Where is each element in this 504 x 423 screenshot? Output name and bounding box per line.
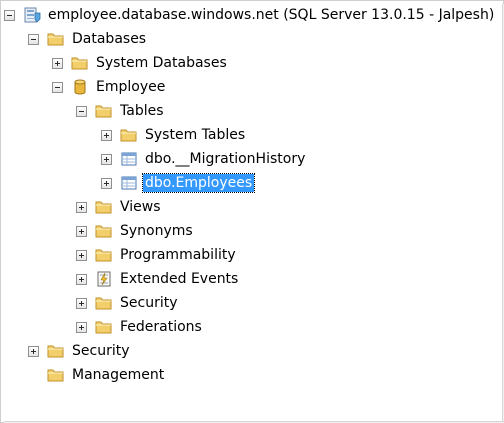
tree-node-programmability[interactable]: Programmability: [76, 244, 238, 266]
expand-icon[interactable]: [76, 201, 87, 213]
folder-icon: [47, 369, 64, 382]
tree-label: dbo.__MigrationHistory: [145, 151, 306, 167]
tree-node-database-security[interactable]: Security: [76, 292, 180, 314]
expand-icon[interactable]: [101, 129, 112, 141]
collapse-icon[interactable]: [52, 81, 63, 93]
tree-node-tables[interactable]: Tables: [76, 100, 166, 122]
collapse-icon[interactable]: [28, 33, 39, 45]
folder-icon: [95, 225, 112, 238]
expand-icon[interactable]: [76, 321, 87, 333]
tree-node-server-security[interactable]: Security: [28, 340, 132, 362]
expand-icon[interactable]: [76, 225, 87, 237]
expand-icon[interactable]: [76, 249, 87, 261]
tree-label: Employee: [96, 79, 166, 95]
tree-label: Tables: [120, 103, 164, 119]
tree-node-views[interactable]: Views: [76, 196, 163, 218]
tree-node-databases[interactable]: Databases: [28, 28, 148, 50]
tree-node-management[interactable]: Management: [28, 364, 166, 386]
tree-label: System Tables: [145, 127, 246, 143]
folder-icon: [95, 297, 112, 310]
expand-icon[interactable]: [101, 153, 112, 165]
tree-label: Databases: [72, 31, 147, 47]
tree-label-selected: dbo.Employees: [141, 173, 256, 193]
tree-node-employee-database[interactable]: Employee: [52, 76, 167, 98]
folder-icon: [95, 249, 112, 262]
tree-node-employees-table[interactable]: dbo.Employees: [101, 172, 256, 194]
server-icon: [24, 7, 41, 23]
table-icon: [121, 176, 137, 190]
tree-node-server[interactable]: employee.database.windows.net (SQL Serve…: [4, 4, 496, 26]
folder-icon: [47, 345, 64, 358]
object-explorer-tree: employee.database.windows.net (SQL Serve…: [0, 0, 500, 421]
expand-icon[interactable]: [28, 345, 39, 357]
folder-icon: [71, 57, 88, 70]
folder-icon: [95, 321, 112, 334]
expand-icon[interactable]: [101, 177, 112, 189]
extended-events-icon: [97, 271, 111, 287]
folder-icon: [95, 201, 112, 214]
tree-label: employee.database.windows.net (SQL Serve…: [48, 7, 495, 23]
table-icon: [121, 152, 137, 166]
database-icon: [74, 79, 86, 95]
folder-icon: [95, 105, 112, 118]
expand-icon[interactable]: [76, 297, 87, 309]
folder-icon: [47, 33, 64, 46]
tree-node-system-databases[interactable]: System Databases: [52, 52, 229, 74]
collapse-icon[interactable]: [4, 9, 15, 21]
tree-label: Programmability: [120, 247, 236, 263]
tree-label: Synonyms: [120, 223, 193, 239]
expand-icon[interactable]: [52, 57, 63, 69]
folder-icon: [120, 129, 137, 142]
tree-label: Security: [120, 295, 178, 311]
tree-node-migration-history-table[interactable]: dbo.__MigrationHistory: [101, 148, 307, 170]
tree-node-extended-events[interactable]: Extended Events: [76, 268, 240, 290]
collapse-icon[interactable]: [76, 105, 87, 117]
expand-icon[interactable]: [76, 273, 87, 285]
tree-label: Federations: [120, 319, 202, 335]
tree-label: System Databases: [96, 55, 227, 71]
tree-label: Management: [72, 367, 165, 383]
tree-label: Views: [120, 199, 161, 215]
tree-node-system-tables[interactable]: System Tables: [101, 124, 247, 146]
tree-label: Security: [72, 343, 130, 359]
tree-node-synonyms[interactable]: Synonyms: [76, 220, 195, 242]
tree-label: Extended Events: [120, 271, 239, 287]
tree-node-federations[interactable]: Federations: [76, 316, 204, 338]
